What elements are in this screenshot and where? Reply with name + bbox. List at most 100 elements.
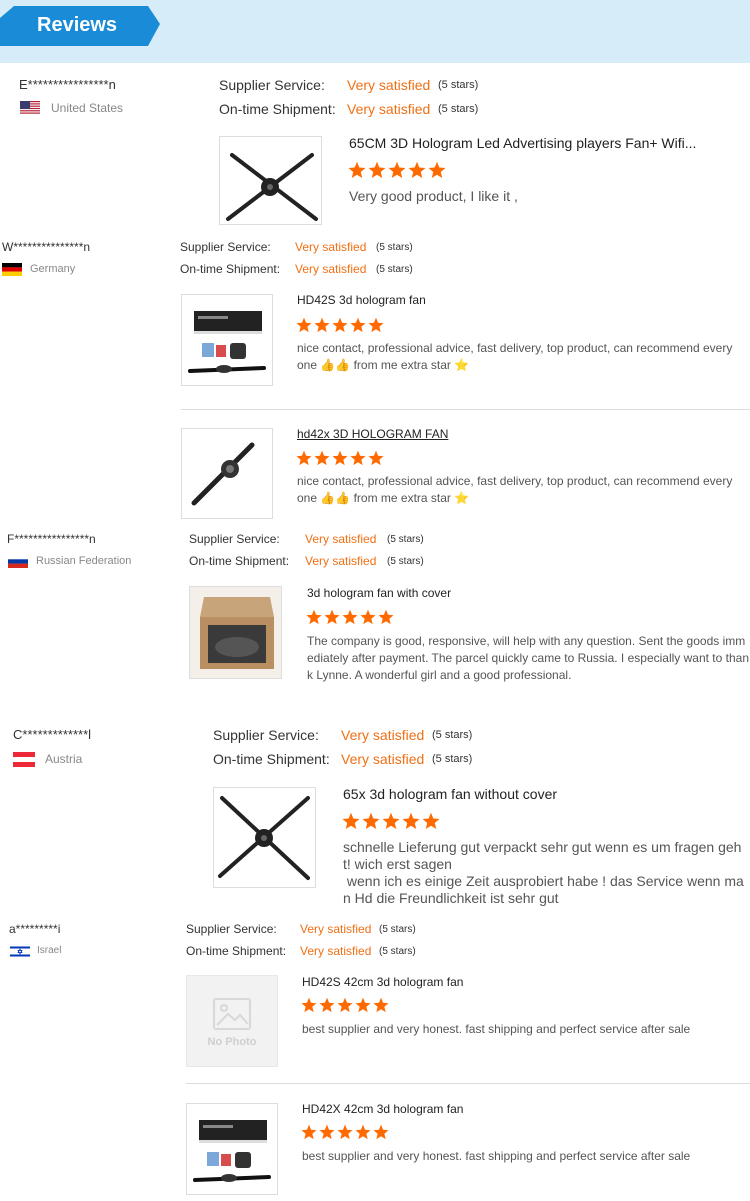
product-rating — [296, 317, 384, 335]
star-icon — [306, 609, 322, 625]
review-item: a*********i Israel Supplier Service: Ver… — [0, 917, 750, 1201]
shipment-label: On-time Shipment: — [189, 554, 290, 568]
product-image[interactable] — [189, 586, 282, 679]
product-rating — [301, 997, 389, 1015]
star-icon — [373, 1124, 389, 1140]
star-icon — [402, 812, 420, 830]
star-icon — [360, 609, 376, 625]
supplier-service-stars: (5 stars) — [438, 79, 479, 91]
hologram-fan-box-image — [188, 311, 266, 373]
shipment-stars: (5 stars) — [432, 753, 473, 765]
star-icon — [355, 997, 371, 1013]
review-comment: nice contact, professional advice, fast … — [297, 341, 733, 372]
supplier-service-stars: (5 stars) — [379, 924, 416, 935]
product-title[interactable]: 3d hologram fan with cover — [307, 586, 451, 600]
star-icon — [350, 450, 366, 466]
star-icon — [362, 812, 380, 830]
reviews-title: Reviews — [37, 14, 118, 36]
product-title[interactable]: 65x 3d hologram fan without cover — [343, 786, 557, 802]
supplier-service-value: Very satisfied — [341, 727, 425, 743]
austria-flag-icon — [13, 752, 35, 767]
product-divider — [181, 409, 750, 410]
reviewer-country: Austria — [45, 752, 83, 766]
product-rating — [342, 812, 440, 830]
product-image[interactable] — [186, 1103, 278, 1195]
product-title[interactable]: HD42S 42cm 3d hologram fan — [302, 975, 463, 989]
shipment-stars: (5 stars) — [379, 946, 416, 957]
star-icon — [332, 317, 348, 333]
us-flag-icon — [20, 101, 40, 114]
reviews-header: Reviews — [0, 0, 750, 63]
supplier-service-stars: (5 stars) — [387, 534, 424, 545]
shipment-label: On-time Shipment: — [213, 751, 330, 767]
review-item: W***************n Germany Supplier Servi… — [0, 235, 750, 519]
star-icon — [388, 161, 406, 179]
star-icon — [337, 997, 353, 1013]
star-icon — [368, 317, 384, 333]
shipment-label: On-time Shipment: — [180, 262, 281, 276]
review-comment: best supplier and very honest. fast ship… — [302, 1149, 691, 1163]
star-icon — [301, 997, 317, 1013]
star-icon — [319, 997, 335, 1013]
supplier-service-stars: (5 stars) — [432, 729, 473, 741]
product-rating — [348, 161, 446, 179]
star-icon — [422, 812, 440, 830]
star-icon — [368, 450, 384, 466]
review-comment: The company is good, responsive, will he… — [307, 634, 750, 682]
supplier-service-value: Very satisfied — [347, 77, 431, 93]
reviewer-country: Germany — [30, 263, 76, 275]
shipment-stars: (5 stars) — [387, 556, 424, 567]
product-image[interactable] — [181, 294, 273, 386]
star-icon — [319, 1124, 335, 1140]
star-icon — [296, 450, 312, 466]
product-title[interactable]: 65CM 3D Hologram Led Advertising players… — [349, 135, 696, 151]
star-icon — [301, 1124, 317, 1140]
russia-flag-icon — [8, 555, 28, 568]
product-title[interactable]: hd42x 3D HOLOGRAM FAN — [297, 427, 448, 441]
shipment-value: Very satisfied — [295, 262, 367, 276]
star-icon — [382, 812, 400, 830]
supplier-service-label: Supplier Service: — [213, 727, 319, 743]
reviewer-name: W***************n — [2, 240, 91, 254]
product-image[interactable] — [213, 787, 316, 888]
hologram-fan-blades-image — [191, 442, 255, 506]
israel-flag-icon — [10, 945, 30, 958]
no-photo-text: No Photo — [207, 1036, 257, 1048]
product-title[interactable]: HD42S 3d hologram fan — [297, 293, 426, 307]
star-icon — [342, 812, 360, 830]
supplier-service-label: Supplier Service: — [219, 77, 325, 93]
product-image[interactable] — [219, 136, 322, 225]
reviewer-name: E****************n — [19, 77, 116, 92]
star-icon — [337, 1124, 353, 1140]
review-item: E****************n United States Supplie… — [0, 63, 750, 235]
product-image[interactable] — [181, 428, 273, 519]
review-comment: best supplier and very honest. fast ship… — [302, 1022, 691, 1036]
star-icon — [355, 1124, 371, 1140]
star-icon — [348, 161, 366, 179]
shipment-label: On-time Shipment: — [219, 101, 336, 117]
reviewer-name: F****************n — [7, 532, 96, 546]
hologram-fan-cardboard-box-image — [190, 587, 281, 678]
shipment-value: Very satisfied — [341, 751, 425, 767]
star-icon — [350, 317, 366, 333]
supplier-service-stars: (5 stars) — [376, 242, 413, 253]
star-icon — [296, 317, 312, 333]
product-image[interactable]: No Photo — [186, 975, 278, 1067]
supplier-service-value: Very satisfied — [295, 240, 367, 254]
supplier-service-label: Supplier Service: — [180, 240, 271, 254]
review-comment: schnelle Lieferung gut verpackt sehr gut… — [343, 839, 744, 906]
reviewer-country: Russian Federation — [36, 555, 132, 567]
product-title[interactable]: HD42X 42cm 3d hologram fan — [302, 1102, 463, 1116]
germany-flag-icon — [2, 263, 22, 276]
shipment-label: On-time Shipment: — [186, 944, 287, 958]
reviewer-name: a*********i — [9, 922, 61, 936]
hologram-fan-box-image — [193, 1120, 271, 1182]
star-icon — [368, 161, 386, 179]
reviewer-country: Israel — [37, 945, 62, 956]
reviewer-name: C*************l — [13, 727, 92, 742]
shipment-value: Very satisfied — [305, 554, 377, 568]
star-icon — [378, 609, 394, 625]
star-icon — [342, 609, 358, 625]
review-item: C*************l Austria Supplier Service… — [0, 717, 750, 917]
supplier-service-label: Supplier Service: — [186, 922, 277, 936]
